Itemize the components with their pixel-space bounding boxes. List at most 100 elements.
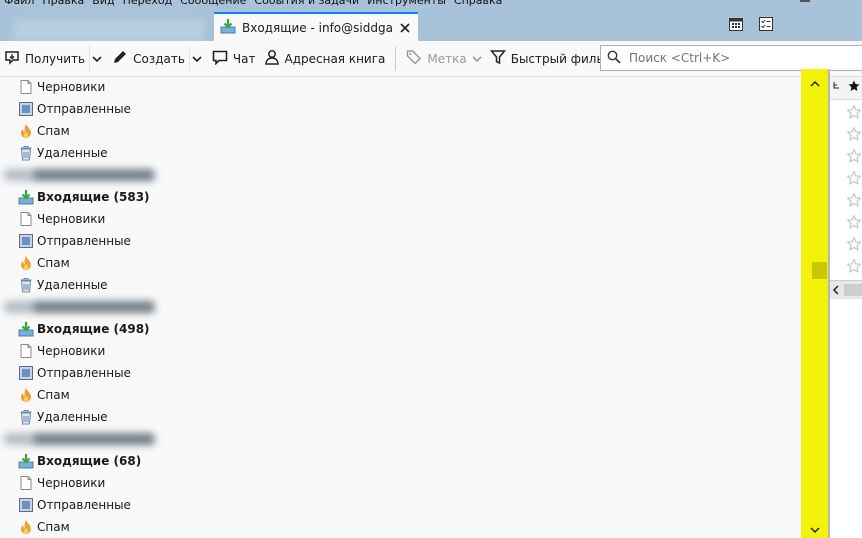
menu-edit[interactable]: Правка (38, 0, 88, 8)
menu-events[interactable]: События и задачи (250, 0, 363, 8)
folder-sent[interactable]: Отправленные (0, 230, 801, 252)
folder-drafts[interactable]: Черновики (0, 77, 801, 98)
address-book-button[interactable]: Адресная книга (260, 46, 390, 72)
folder-trash[interactable]: Удаленные (0, 274, 801, 296)
spam-icon (18, 123, 34, 139)
folder-sent[interactable]: Отправленные (0, 494, 801, 516)
menu-message[interactable]: Сообщение (176, 0, 250, 8)
folder-pane-scrollbar[interactable] (801, 69, 828, 538)
calendar-icon[interactable] (728, 16, 744, 32)
inbox-icon (18, 321, 34, 337)
folder-inbox[interactable]: Входящие (68) (0, 450, 801, 472)
thread-icon[interactable] (832, 81, 842, 98)
mail-toolbar: Получить Создать Чат Адресная книга Метк… (0, 41, 862, 77)
folder-label: Входящие (498) (37, 322, 150, 336)
inbox-icon (18, 453, 34, 469)
account-header[interactable] (0, 428, 801, 450)
search-icon (607, 50, 621, 67)
tab-title: Входящие - info@siddgame (242, 20, 392, 35)
star-icon[interactable] (846, 258, 862, 274)
folder-label: Входящие (583) (37, 190, 150, 204)
star-icon[interactable] (846, 126, 862, 142)
scroll-up-button[interactable] (801, 69, 828, 99)
menu-go[interactable]: Переход (119, 0, 177, 8)
folder-label: Спам (37, 388, 70, 402)
blurred-tab[interactable] (14, 19, 204, 41)
chat-button[interactable]: Чат (208, 46, 260, 72)
account-header[interactable] (0, 164, 801, 186)
folder-label: Черновики (37, 344, 106, 358)
tab-inbox[interactable]: Входящие - info@siddgame (214, 12, 418, 41)
star-icon[interactable] (846, 170, 862, 186)
tasks-icon[interactable] (758, 16, 774, 32)
drafts-icon (18, 475, 34, 491)
menu-file[interactable]: Файл (0, 0, 38, 8)
chevron-down-icon (809, 527, 820, 534)
star-icon[interactable] (846, 104, 862, 120)
sent-icon (18, 233, 34, 249)
tag-button[interactable]: Метка (402, 46, 485, 72)
sent-icon (18, 497, 34, 513)
inbox-icon (18, 189, 34, 205)
thread-column-header (830, 77, 862, 100)
thread-horizontal-scrollbar[interactable] (830, 280, 862, 299)
folder-spam[interactable]: Спам (0, 516, 801, 538)
folder-sent[interactable]: Отправленные (0, 98, 801, 120)
search-box[interactable] (600, 45, 862, 71)
folder-label: Удаленные (37, 146, 108, 160)
star-icon[interactable] (846, 236, 862, 252)
chevron-down-icon (472, 55, 482, 62)
menu-tools[interactable]: Инструменты (363, 0, 450, 8)
folder-label: Спам (37, 256, 70, 270)
spam-icon (18, 519, 34, 535)
spam-icon (18, 387, 34, 403)
folder-drafts[interactable]: Черновики (0, 472, 801, 494)
folder-sent[interactable]: Отправленные (0, 362, 801, 384)
folder-drafts[interactable]: Черновики (0, 208, 801, 230)
get-messages-dropdown[interactable] (89, 45, 104, 72)
folder-inbox[interactable]: Входящие (583) (0, 186, 801, 208)
minimize-icon[interactable] (800, 0, 810, 2)
folder-label: Спам (37, 520, 70, 534)
chat-icon (212, 49, 228, 68)
get-messages-icon (4, 49, 20, 68)
inbox-icon (220, 18, 236, 37)
toolbar-separator (395, 46, 397, 71)
chevron-left-icon[interactable] (832, 284, 842, 296)
redacted-account-name (34, 302, 154, 312)
scroll-down-button[interactable] (801, 522, 828, 538)
folder-label: Черновики (37, 476, 106, 490)
get-messages-button[interactable]: Получить (0, 46, 89, 72)
star-icon[interactable] (848, 80, 860, 95)
search-input[interactable] (627, 50, 851, 66)
menu-view[interactable]: Вид (88, 0, 118, 8)
folder-inbox[interactable]: Входящие (498) (0, 318, 801, 340)
folder-pane: Черновики Отправленные Спам Удаленные Вх… (0, 77, 801, 538)
folder-spam[interactable]: Спам (0, 384, 801, 406)
star-icon[interactable] (846, 148, 862, 164)
scroll-thumb[interactable] (812, 262, 827, 279)
menu-help[interactable]: Справка (450, 0, 506, 8)
folder-drafts[interactable]: Черновики (0, 340, 801, 362)
folder-label: Отправленные (37, 234, 131, 248)
folder-spam[interactable]: Спам (0, 120, 801, 142)
account-header[interactable] (0, 296, 801, 318)
star-icon[interactable] (846, 214, 862, 230)
scroll-thumb[interactable] (844, 284, 862, 296)
folder-trash[interactable]: Удаленные (0, 406, 801, 428)
folder-label: Спам (37, 124, 70, 138)
thread-pane (830, 77, 862, 538)
chevron-up-icon (809, 80, 820, 87)
folder-label: Удаленные (37, 410, 108, 424)
write-button[interactable]: Создать (108, 46, 189, 72)
star-icon[interactable] (846, 192, 862, 208)
tab-strip: Файл Правка Вид Переход Сообщение Событи… (0, 0, 862, 41)
folder-spam[interactable]: Спам (0, 252, 801, 274)
close-icon[interactable] (398, 21, 412, 35)
folder-trash[interactable]: Удаленные (0, 142, 801, 164)
redacted-account-name (34, 170, 154, 180)
filter-icon (489, 49, 506, 68)
write-dropdown[interactable] (188, 45, 204, 72)
get-messages-label: Получить (25, 51, 86, 66)
folder-label: Черновики (37, 212, 106, 226)
